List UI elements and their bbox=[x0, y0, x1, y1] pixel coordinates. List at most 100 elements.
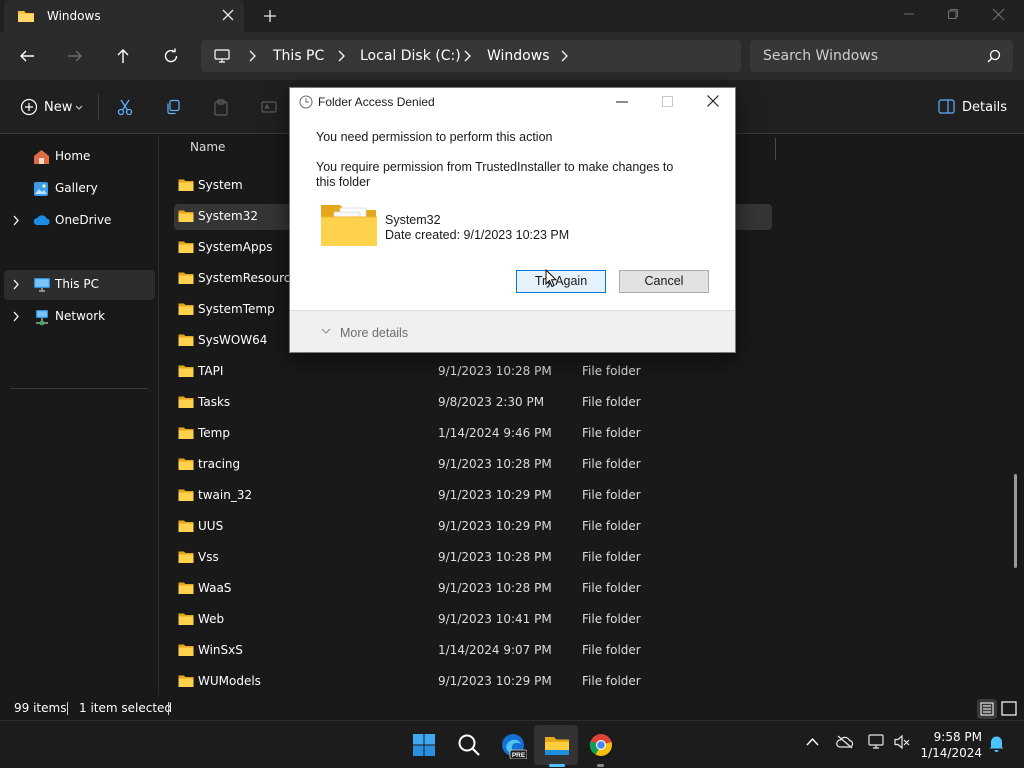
edge-beta-icon[interactable]: PRE bbox=[501, 733, 527, 759]
file-explorer-icon[interactable] bbox=[544, 733, 570, 757]
back-icon[interactable] bbox=[19, 48, 35, 64]
dialog-title-bar[interactable]: Folder Access Denied bbox=[290, 88, 735, 116]
column-header-name[interactable]: Name bbox=[190, 140, 225, 154]
tab-windows[interactable]: Windows bbox=[4, 0, 244, 32]
new-tab-icon[interactable] bbox=[263, 9, 277, 23]
status-divider bbox=[67, 702, 68, 715]
file-row[interactable]: Temp 1/14/2024 9:46 PM File folder bbox=[174, 421, 772, 447]
breadcrumb-chevron-icon[interactable] bbox=[463, 50, 471, 62]
search-input[interactable]: Search Windows bbox=[750, 40, 1013, 72]
file-row[interactable]: WaaS 9/1/2023 10:28 PM File folder bbox=[174, 576, 772, 602]
details-button[interactable]: Details bbox=[962, 100, 1007, 115]
folder-icon bbox=[178, 364, 194, 378]
breadcrumb-this-pc[interactable]: This PC bbox=[273, 48, 324, 64]
more-details-toggle[interactable]: More details bbox=[290, 310, 735, 352]
running-app-indicator bbox=[597, 764, 604, 767]
file-name: TAPI bbox=[198, 364, 224, 378]
details-pane-icon[interactable] bbox=[938, 99, 955, 114]
file-row[interactable]: Web 9/1/2023 10:41 PM File folder bbox=[174, 607, 772, 633]
chevron-up-icon[interactable] bbox=[806, 737, 819, 746]
sidebar-item-label: Home bbox=[55, 149, 91, 163]
chrome-icon[interactable] bbox=[589, 733, 613, 757]
pane-divider[interactable] bbox=[158, 135, 159, 695]
file-name: WaaS bbox=[198, 581, 232, 595]
onedrive-offline-icon[interactable] bbox=[836, 735, 854, 749]
title-bar: Windows bbox=[0, 0, 1024, 32]
breadcrumb-chevron-icon[interactable] bbox=[337, 50, 345, 62]
this-pc-icon bbox=[214, 48, 230, 64]
folder-icon bbox=[178, 612, 194, 626]
file-date-modified: 9/1/2023 10:29 PM bbox=[438, 674, 552, 688]
file-name: Web bbox=[198, 612, 225, 626]
folder-icon bbox=[178, 519, 194, 533]
folder-icon bbox=[178, 426, 194, 440]
breadcrumb-chevron-icon[interactable] bbox=[248, 50, 256, 62]
sidebar-divider bbox=[10, 388, 148, 389]
restore-icon[interactable] bbox=[947, 8, 959, 20]
file-row[interactable]: UUS 9/1/2023 10:29 PM File folder bbox=[174, 514, 772, 540]
breadcrumb-windows[interactable]: Windows bbox=[487, 48, 550, 64]
vertical-scrollbar[interactable] bbox=[1014, 474, 1017, 568]
cut-icon[interactable] bbox=[117, 99, 133, 116]
file-row[interactable]: TAPI 9/1/2023 10:28 PM File folder bbox=[174, 359, 772, 385]
close-window-icon[interactable] bbox=[992, 8, 1005, 21]
file-row[interactable]: WinSxS 1/14/2024 9:07 PM File folder bbox=[174, 638, 772, 664]
chevron-right-icon[interactable] bbox=[12, 311, 20, 322]
details-view-button[interactable] bbox=[977, 699, 997, 719]
file-name: Vss bbox=[198, 550, 219, 564]
add-icon bbox=[20, 98, 38, 116]
up-icon[interactable] bbox=[115, 48, 131, 64]
network-icon bbox=[33, 309, 51, 326]
refresh-icon[interactable] bbox=[163, 48, 179, 64]
breadcrumb-local-disk[interactable]: Local Disk (C:) bbox=[360, 48, 461, 64]
clock-date: 1/14/2024 bbox=[920, 746, 982, 760]
volume-muted-icon[interactable] bbox=[894, 734, 910, 750]
file-row[interactable]: tracing 9/1/2023 10:28 PM File folder bbox=[174, 452, 772, 478]
folder-icon bbox=[178, 457, 194, 471]
minimize-icon[interactable] bbox=[616, 101, 628, 103]
search-icon[interactable] bbox=[987, 49, 1001, 63]
tiles-view-button[interactable] bbox=[999, 699, 1019, 719]
file-name: SystemTemp bbox=[198, 302, 275, 316]
file-name: UUS bbox=[198, 519, 224, 533]
close-icon[interactable] bbox=[707, 95, 719, 107]
dialog-title: Folder Access Denied bbox=[318, 95, 435, 109]
address-bar[interactable]: This PC Local Disk (C:) Windows bbox=[201, 40, 741, 72]
taskbar: PRE 9:58 PM 1/14/2024 bbox=[0, 720, 1024, 768]
chevron-right-icon[interactable] bbox=[12, 215, 20, 226]
sidebar-item-onedrive[interactable]: OneDrive bbox=[4, 206, 155, 236]
file-row[interactable]: Tasks 9/8/2023 2:30 PM File folder bbox=[174, 390, 772, 416]
chevron-right-icon[interactable] bbox=[12, 279, 20, 290]
breadcrumb-chevron-icon[interactable] bbox=[560, 50, 568, 62]
copy-icon[interactable] bbox=[165, 99, 181, 115]
this-pc-icon bbox=[33, 277, 51, 293]
windows-start-icon[interactable] bbox=[412, 733, 436, 757]
column-resize-handle[interactable] bbox=[775, 138, 776, 160]
clock[interactable]: 9:58 PM 1/14/2024 bbox=[918, 729, 982, 761]
tab-title: Windows bbox=[47, 9, 101, 23]
forward-icon[interactable] bbox=[67, 48, 83, 64]
sidebar-item-this-pc[interactable]: This PC bbox=[4, 270, 155, 300]
dialog-body: You need permission to perform this acti… bbox=[290, 116, 735, 310]
more-details-label: More details bbox=[340, 326, 409, 340]
file-type: File folder bbox=[582, 488, 641, 502]
notification-bell-icon[interactable] bbox=[989, 735, 1004, 752]
file-type: File folder bbox=[582, 364, 641, 378]
cancel-button[interactable]: Cancel bbox=[619, 270, 709, 293]
minimize-icon[interactable] bbox=[903, 8, 915, 20]
file-date-modified: 9/8/2023 2:30 PM bbox=[438, 395, 545, 409]
file-row[interactable]: Vss 9/1/2023 10:28 PM File folder bbox=[174, 545, 772, 571]
try-again-button[interactable]: Try Again bbox=[516, 270, 606, 293]
rename-icon[interactable] bbox=[261, 99, 277, 115]
paste-icon[interactable] bbox=[213, 99, 229, 116]
close-tab-icon[interactable] bbox=[222, 9, 234, 21]
file-row[interactable]: WUModels 9/1/2023 10:29 PM File folder bbox=[174, 669, 772, 695]
sidebar-item-home[interactable]: Home bbox=[4, 142, 155, 172]
sidebar-item-gallery[interactable]: Gallery bbox=[4, 174, 155, 204]
folder-date-created: Date created: 9/1/2023 10:23 PM bbox=[385, 228, 570, 242]
sidebar-item-network[interactable]: Network bbox=[4, 302, 155, 332]
file-date-modified: 1/14/2024 9:07 PM bbox=[438, 643, 552, 657]
search-icon[interactable] bbox=[457, 733, 481, 757]
network-status-icon[interactable] bbox=[868, 734, 886, 750]
file-row[interactable]: twain_32 9/1/2023 10:29 PM File folder bbox=[174, 483, 772, 509]
